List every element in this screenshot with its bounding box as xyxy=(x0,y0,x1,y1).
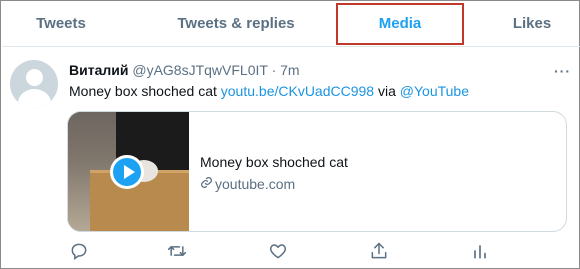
tweet-timestamp[interactable]: 7m xyxy=(280,62,299,78)
tab-likes[interactable]: Likes xyxy=(496,2,568,47)
like-icon[interactable] xyxy=(268,241,290,263)
card-title: Money box shoched cat xyxy=(200,154,348,170)
share-icon[interactable] xyxy=(369,241,391,263)
reply-icon[interactable] xyxy=(69,241,91,263)
play-icon[interactable] xyxy=(110,155,144,189)
card-domain: youtube.com xyxy=(200,176,295,192)
user-handle[interactable]: @yAG8sJTqwVFL0IT xyxy=(132,62,267,78)
card-domain-text: youtube.com xyxy=(215,176,296,192)
separator-dot: · xyxy=(271,62,277,78)
link-preview-card[interactable]: Money box shoched cat youtube.com xyxy=(67,111,567,232)
tweet-text-body: Money box shoched cat xyxy=(69,83,217,99)
tab-tweets[interactable]: Tweets xyxy=(20,2,102,47)
tweet-header: Виталий @yAG8sJTqwVFL0IT · 7m xyxy=(69,62,300,78)
avatar-head xyxy=(26,69,43,86)
tweet-link[interactable]: youtu.be/CKvUadCC998 xyxy=(221,83,374,99)
tab-media[interactable]: Media xyxy=(336,3,464,45)
tweet-via: via xyxy=(377,83,396,99)
link-icon xyxy=(200,176,214,192)
tweet-actions xyxy=(67,241,497,263)
tweet-mention[interactable]: @YouTube xyxy=(400,83,469,99)
tab-tweets-replies[interactable]: Tweets & replies xyxy=(162,2,310,47)
video-thumbnail[interactable] xyxy=(68,112,189,231)
more-options-icon[interactable]: ··· xyxy=(554,63,571,79)
profile-tabs: Tweets Tweets & replies Media Likes xyxy=(2,2,580,47)
tweet-text: Money box shoched cat youtu.be/CKvUadCC9… xyxy=(69,83,469,99)
avatar-body xyxy=(18,89,51,108)
avatar[interactable] xyxy=(10,60,58,108)
retweet-icon[interactable] xyxy=(167,241,189,263)
analytics-icon[interactable] xyxy=(470,241,492,263)
user-name[interactable]: Виталий xyxy=(69,62,128,78)
profile-timeline: Tweets Tweets & replies Media Likes Вита… xyxy=(0,0,580,269)
